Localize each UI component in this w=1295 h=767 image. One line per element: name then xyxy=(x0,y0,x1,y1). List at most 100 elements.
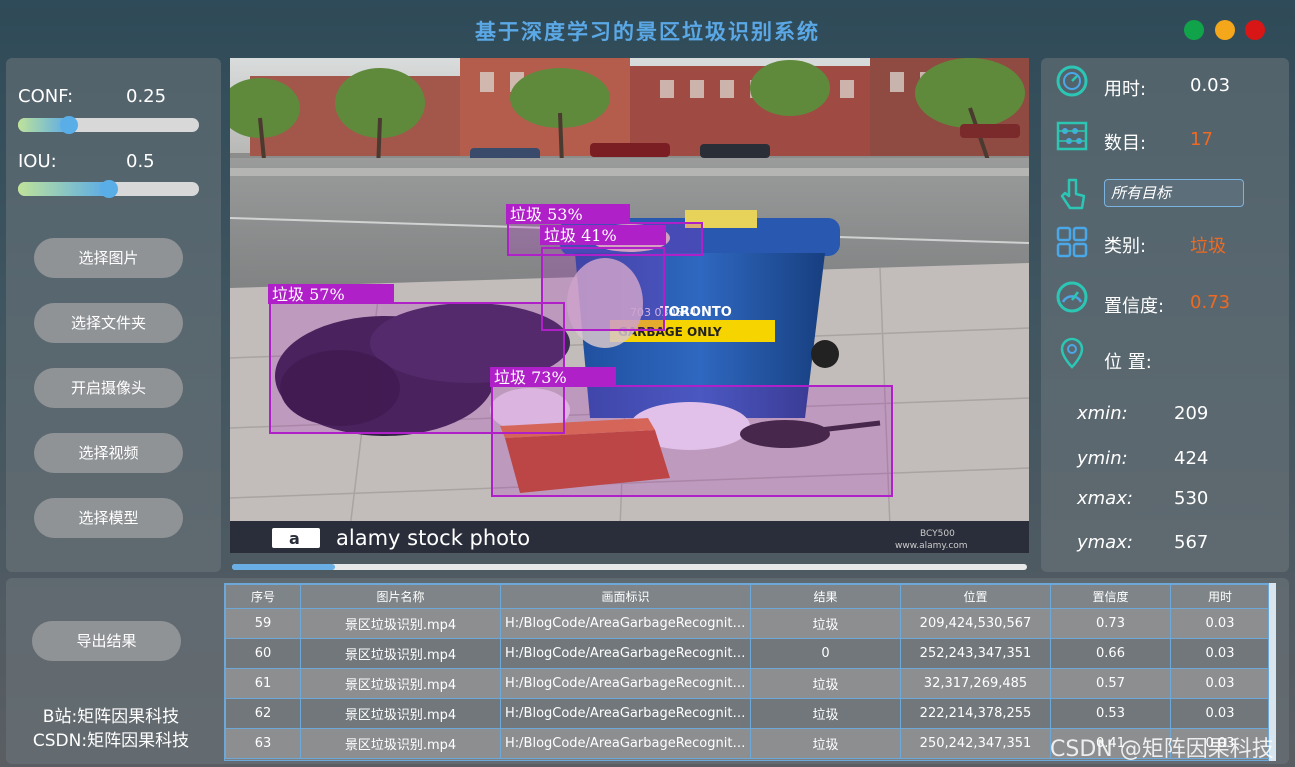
title-bar: 基于深度学习的景区垃圾识别系统 xyxy=(0,0,1295,58)
select-image-button[interactable]: 选择图片 xyxy=(34,238,183,278)
ymin-label: ymin: xyxy=(1077,448,1128,469)
iou-label: IOU: xyxy=(18,151,57,172)
location-pin-icon xyxy=(1060,337,1084,369)
target-select[interactable]: 所有目标 xyxy=(1104,179,1244,207)
table-cell: 209,424,530,567 xyxy=(900,608,1051,639)
ymin-value: 424 xyxy=(1174,448,1209,469)
stock-url-text: www.alamy.com xyxy=(895,541,968,551)
column-header[interactable]: 用时 xyxy=(1170,584,1270,609)
app-title: 基于深度学习的景区垃圾识别系统 xyxy=(475,19,820,44)
csdn-watermark: CSDN @矩阵因果科技 xyxy=(1050,737,1274,762)
table-row[interactable]: 62 景区垃圾识别.mp4 H:/BlogCode/AreaGarbageRec… xyxy=(225,698,1270,729)
position-label: 位 置: xyxy=(1104,352,1152,373)
table-cell: 垃圾 xyxy=(750,608,901,639)
table-cell: H:/BlogCode/AreaGarbageRecognitio... xyxy=(500,698,751,729)
column-header[interactable]: 序号 xyxy=(225,584,301,609)
select-video-button[interactable]: 选择视频 xyxy=(34,433,183,473)
xmax-label: xmax: xyxy=(1077,488,1133,509)
stock-logo-text: a xyxy=(289,529,300,548)
detection-image-view: 703 030544 TORONTO GARBAGE ONLY xyxy=(230,58,1029,553)
table-cell: 0 xyxy=(750,638,901,669)
table-cell: 61 xyxy=(225,668,301,699)
ymax-value: 567 xyxy=(1174,532,1209,553)
ymax-label: ymax: xyxy=(1077,532,1133,553)
stock-brand-text: alamy stock photo xyxy=(336,526,530,550)
detection-label: 垃圾 57% xyxy=(272,285,345,304)
result-info-panel: 用时: 0.03 数目: 17 所有目标 类别: 垃圾 置信度: 0.73 位 … xyxy=(1041,58,1289,572)
conf-value: 0.25 xyxy=(126,86,167,107)
table-row[interactable]: 59 景区垃圾识别.mp4 H:/BlogCode/AreaGarbageRec… xyxy=(225,608,1270,639)
export-results-button[interactable]: 导出结果 xyxy=(32,621,181,661)
table-cell: 景区垃圾识别.mp4 xyxy=(300,638,501,669)
table-cell: 250,242,347,351 xyxy=(900,728,1051,759)
iou-slider-handle[interactable] xyxy=(99,180,118,198)
confidence-value: 0.73 xyxy=(1190,292,1231,313)
xmin-label: xmin: xyxy=(1077,403,1128,424)
stopwatch-icon xyxy=(1056,65,1088,97)
column-header[interactable]: 位置 xyxy=(900,584,1051,609)
table-cell: 景区垃圾识别.mp4 xyxy=(300,668,501,699)
iou-value: 0.5 xyxy=(126,151,155,172)
table-cell: 0.53 xyxy=(1050,698,1171,729)
select-folder-button[interactable]: 选择文件夹 xyxy=(34,303,183,343)
table-cell: 垃圾 xyxy=(750,728,901,759)
detection-label: 垃圾 41% xyxy=(544,226,617,245)
control-panel: CONF: 0.25 IOU: 0.5 选择图片 选择文件夹 开启摄像头 选择视… xyxy=(6,58,221,572)
table-cell: 0.03 xyxy=(1170,608,1270,639)
table-cell: 垃圾 xyxy=(750,668,901,699)
detection-label: 垃圾 73% xyxy=(494,368,567,387)
column-header[interactable]: 结果 xyxy=(750,584,901,609)
table-cell: 32,317,269,485 xyxy=(900,668,1051,699)
xmin-value: 209 xyxy=(1174,403,1209,424)
conf-slider[interactable] xyxy=(18,116,199,134)
class-label: 类别: xyxy=(1104,236,1147,257)
xmax-value: 530 xyxy=(1174,488,1209,509)
count-value: 17 xyxy=(1190,129,1213,150)
table-cell: 0.57 xyxy=(1050,668,1171,699)
conf-label: CONF: xyxy=(18,86,74,107)
table-cell: 0.03 xyxy=(1170,698,1270,729)
iou-slider[interactable] xyxy=(18,180,199,198)
video-progress-fill xyxy=(232,564,336,570)
table-cell: 0.73 xyxy=(1050,608,1171,639)
table-cell: 景区垃圾识别.mp4 xyxy=(300,608,501,639)
table-cell: H:/BlogCode/AreaGarbageRecognitio... xyxy=(500,668,751,699)
table-row[interactable]: 61 景区垃圾识别.mp4 H:/BlogCode/AreaGarbageRec… xyxy=(225,668,1270,699)
table-row[interactable]: 60 景区垃圾识别.mp4 H:/BlogCode/AreaGarbageRec… xyxy=(225,638,1270,669)
table-cell: 60 xyxy=(225,638,301,669)
open-camera-button[interactable]: 开启摄像头 xyxy=(34,368,183,408)
confidence-label: 置信度: xyxy=(1104,296,1165,317)
table-cell: 景区垃圾识别.mp4 xyxy=(300,698,501,729)
close-button[interactable] xyxy=(1245,20,1265,40)
table-cell: 59 xyxy=(225,608,301,639)
csdn-credit: CSDN:矩阵因果科技 xyxy=(32,731,190,751)
street-scene-image: 703 030544 TORONTO GARBAGE ONLY xyxy=(230,58,1029,553)
select-model-button[interactable]: 选择模型 xyxy=(34,498,183,538)
table-cell: 0.03 xyxy=(1170,668,1270,699)
table-cell: 222,214,378,255 xyxy=(900,698,1051,729)
class-value: 垃圾 xyxy=(1190,236,1226,257)
table-cell: 0.66 xyxy=(1050,638,1171,669)
video-progress-bar[interactable] xyxy=(232,564,1027,570)
detection-label: 垃圾 53% xyxy=(510,205,583,224)
table-header-row: 序号 图片名称 画面标识 结果 位置 置信度 用时 xyxy=(225,584,1270,609)
count-label: 数目: xyxy=(1104,133,1147,154)
table-cell: H:/BlogCode/AreaGarbageRecognitio... xyxy=(500,608,751,639)
bilibili-credit: B站:矩阵因果科技 xyxy=(42,707,180,727)
hand-pointer-icon xyxy=(1060,178,1086,210)
table-cell: 垃圾 xyxy=(750,698,901,729)
minimize-button[interactable] xyxy=(1215,20,1235,40)
conf-slider-handle[interactable] xyxy=(59,116,78,134)
table-cell: H:/BlogCode/AreaGarbageRecognitio... xyxy=(500,638,751,669)
table-cell: 63 xyxy=(225,728,301,759)
maximize-button[interactable] xyxy=(1184,20,1204,40)
column-header[interactable]: 画面标识 xyxy=(500,584,751,609)
bin-brand-text: TORONTO xyxy=(660,305,732,320)
table-cell: H:/BlogCode/AreaGarbageRecognitio... xyxy=(500,728,751,759)
category-grid-icon xyxy=(1056,226,1088,258)
table-cell: 252,243,347,351 xyxy=(900,638,1051,669)
time-value: 0.03 xyxy=(1190,75,1231,96)
table-cell: 0.03 xyxy=(1170,638,1270,669)
column-header[interactable]: 图片名称 xyxy=(300,584,501,609)
column-header[interactable]: 置信度 xyxy=(1050,584,1171,609)
